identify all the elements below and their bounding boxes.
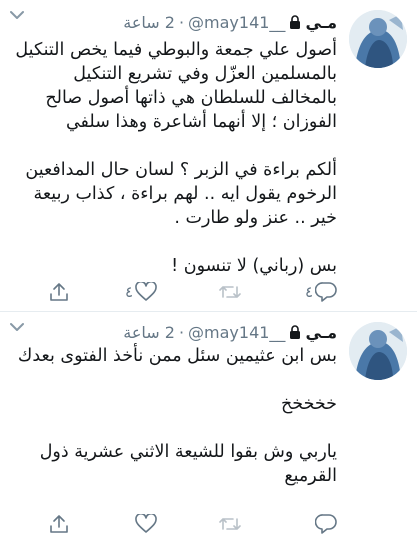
tweet-header: مـي @may141__ · 2 ساعة <box>123 10 337 34</box>
tweet-actions <box>12 510 337 538</box>
share-button[interactable] <box>49 510 69 538</box>
like-button[interactable] <box>133 510 157 538</box>
separator-dot: · <box>178 12 185 32</box>
user-handle[interactable]: @may141__ <box>188 323 285 342</box>
tweet-paragraph: ياربي وش بقوا للشيعة الاثني عشرية ذول ال… <box>39 442 337 486</box>
reply-icon <box>315 282 337 302</box>
tweet-paragraph: ألكم براءة في الزبر ؟ لسان حال المدافعين… <box>25 160 337 228</box>
user-handle[interactable]: @may141__ <box>188 13 285 32</box>
chevron-down-icon[interactable] <box>10 322 24 332</box>
avatar[interactable] <box>349 322 407 380</box>
share-button[interactable] <box>49 278 69 306</box>
retweet-icon <box>219 518 241 530</box>
display-name[interactable]: مـي <box>305 13 337 32</box>
tweet[interactable]: مـي @may141__ · 2 ساعة أصول علي جمعة وال… <box>0 0 417 312</box>
retweet-button[interactable] <box>216 510 242 538</box>
timestamp[interactable]: 2 ساعة <box>123 13 175 32</box>
heart-icon <box>135 514 157 533</box>
heart-icon <box>135 282 157 301</box>
lock-icon <box>290 325 301 339</box>
tweet-paragraph: أصول علي جمعة والبوطي فيما يخص التنكيل ب… <box>15 40 337 132</box>
like-button[interactable]: ٤ <box>125 278 157 306</box>
tweet-paragraph: خخخخخ <box>280 394 337 414</box>
tweet[interactable]: مـي @may141__ · 2 ساعة بس ابن عثيمين سئل… <box>0 312 417 544</box>
share-icon <box>50 283 68 301</box>
reply-button[interactable] <box>313 510 337 538</box>
tweet-paragraph: بس ابن عثيمين سئل ممن نأخذ الفتوى بعدك <box>17 346 337 366</box>
like-count: ٤ <box>124 283 133 301</box>
timestamp[interactable]: 2 ساعة <box>123 323 175 342</box>
reply-count: ٤ <box>304 283 313 301</box>
tweet-text: بس ابن عثيمين سئل ممن نأخذ الفتوى بعدك خ… <box>12 344 337 488</box>
reply-button[interactable]: ٤ <box>305 278 337 306</box>
tweet-text: أصول علي جمعة والبوطي فيما يخص التنكيل ب… <box>12 38 337 278</box>
share-icon <box>50 515 68 533</box>
lock-icon <box>290 15 301 29</box>
display-name[interactable]: مـي <box>305 323 337 342</box>
tweet-paragraph: بس (رباني) لا تنسون ! <box>171 256 337 276</box>
tweet-header: مـي @may141__ · 2 ساعة <box>123 320 337 344</box>
retweet-icon <box>219 286 241 298</box>
chevron-down-icon[interactable] <box>10 10 24 20</box>
tweet-actions: ٤ ٤ <box>12 278 337 306</box>
retweet-button[interactable] <box>216 278 242 306</box>
separator-dot: · <box>178 322 185 342</box>
avatar[interactable] <box>349 10 407 68</box>
reply-icon <box>315 514 337 534</box>
